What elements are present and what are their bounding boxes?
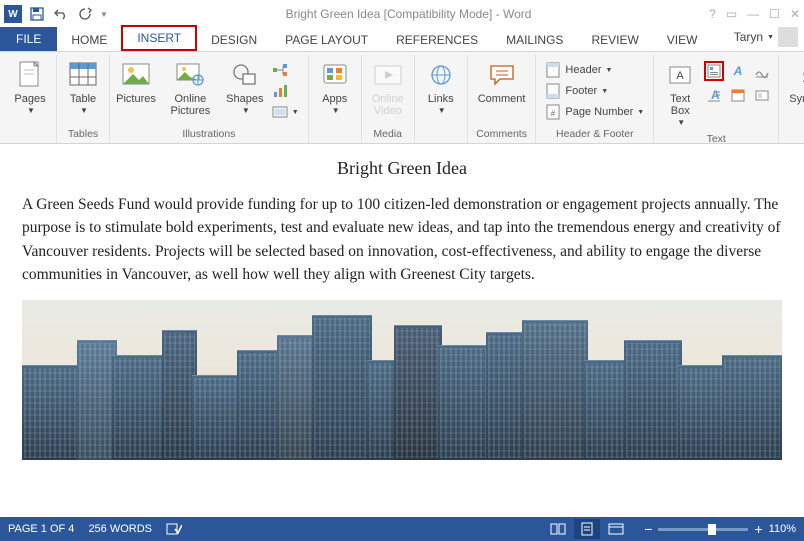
tab-design[interactable]: DESIGN xyxy=(197,29,271,51)
document-body: A Green Seeds Fund would provide funding… xyxy=(22,193,782,286)
object-button[interactable] xyxy=(752,85,772,105)
screenshot-button[interactable]: ▼ xyxy=(269,103,302,121)
header-button[interactable]: Header▼ xyxy=(542,61,647,79)
spellcheck-icon[interactable] xyxy=(166,522,182,536)
pages-icon xyxy=(14,59,46,91)
links-icon xyxy=(425,59,457,91)
svg-text:A: A xyxy=(677,70,685,82)
group-illustrations-label: Illustrations xyxy=(182,126,235,143)
tab-review[interactable]: REVIEW xyxy=(577,29,652,51)
zoom-in-button[interactable]: + xyxy=(754,521,762,537)
readmode-icon[interactable] xyxy=(544,520,572,538)
quickparts-button[interactable] xyxy=(704,61,724,81)
tab-home[interactable]: HOME xyxy=(57,29,121,51)
document-image[interactable] xyxy=(22,300,782,460)
pagenumber-button[interactable]: #Page Number▼ xyxy=(542,103,647,121)
document-title: Bright Green Idea xyxy=(22,158,782,179)
avatar-icon xyxy=(778,27,798,47)
screenshot-icon xyxy=(272,104,288,120)
pagenumber-icon: # xyxy=(545,104,561,120)
comment-button[interactable]: Comment xyxy=(474,57,530,107)
tab-insert[interactable]: INSERT xyxy=(121,25,197,51)
dropcap-button[interactable]: A xyxy=(704,85,724,105)
chart-button[interactable] xyxy=(269,82,302,100)
group-media-label: Media xyxy=(373,126,402,143)
video-icon xyxy=(372,59,404,91)
window-title: Bright Green Idea [Compatibility Mode] -… xyxy=(108,7,709,21)
pictures-icon xyxy=(120,59,152,91)
status-page[interactable]: PAGE 1 OF 4 xyxy=(8,523,74,535)
pictures-button[interactable]: Pictures xyxy=(116,57,156,107)
maximize-icon[interactable]: ☐ xyxy=(769,7,780,21)
tab-references[interactable]: REFERENCES xyxy=(382,29,492,51)
undo-icon[interactable] xyxy=(52,5,70,23)
group-headerfooter-label: Header & Footer xyxy=(556,126,634,143)
signature-button[interactable] xyxy=(752,61,772,81)
shapes-icon xyxy=(229,59,261,91)
links-button[interactable]: Links▼ xyxy=(421,57,461,119)
redo-icon[interactable] xyxy=(76,5,94,23)
tab-pagelayout[interactable]: PAGE LAYOUT xyxy=(271,29,382,51)
tab-mailings[interactable]: MAILINGS xyxy=(492,29,577,51)
online-pictures-icon xyxy=(174,59,206,91)
word-app-icon[interactable]: W xyxy=(4,5,22,23)
user-name: Taryn xyxy=(734,30,763,44)
weblayout-icon[interactable] xyxy=(602,520,630,538)
printlayout-icon[interactable] xyxy=(574,519,600,539)
close-icon[interactable]: ✕ xyxy=(790,7,800,21)
symbols-icon: Ω xyxy=(794,59,804,91)
minimize-icon[interactable]: — xyxy=(747,7,759,21)
online-video-button[interactable]: Online Video xyxy=(368,57,408,119)
zoom-slider[interactable] xyxy=(658,528,748,531)
status-words[interactable]: 256 WORDS xyxy=(88,523,152,535)
svg-text:#: # xyxy=(551,109,556,118)
group-tables-label: Tables xyxy=(68,126,98,143)
pages-button[interactable]: Pages▼ xyxy=(10,57,50,119)
comment-icon xyxy=(486,59,518,91)
table-button[interactable]: Table▼ xyxy=(63,57,103,119)
document-area[interactable]: Bright Green Idea A Green Seeds Fund wou… xyxy=(0,144,804,517)
datetime-button[interactable] xyxy=(728,85,748,105)
textbox-button[interactable]: A Text Box▼ xyxy=(660,57,700,131)
apps-icon xyxy=(319,59,351,91)
smartart-icon xyxy=(272,62,288,78)
svg-text:A: A xyxy=(733,64,743,78)
header-icon xyxy=(545,62,561,78)
smartart-button[interactable] xyxy=(269,61,302,79)
help-icon[interactable]: ? xyxy=(709,7,716,21)
online-pictures-button[interactable]: Online Pictures xyxy=(160,57,221,119)
symbols-button[interactable]: Ω Symbols▼ xyxy=(785,57,804,119)
group-comments-label: Comments xyxy=(476,126,527,143)
footer-icon xyxy=(545,83,561,99)
chart-icon xyxy=(272,83,288,99)
shapes-button[interactable]: Shapes▼ xyxy=(225,57,265,119)
user-account[interactable]: Taryn ▼ xyxy=(720,23,804,51)
tab-file[interactable]: FILE xyxy=(0,27,57,51)
ribbon-options-icon[interactable]: ▭ xyxy=(726,7,737,21)
save-icon[interactable] xyxy=(28,5,46,23)
apps-button[interactable]: Apps▼ xyxy=(315,57,355,119)
tab-view[interactable]: VIEW xyxy=(653,29,712,51)
zoom-level[interactable]: 110% xyxy=(769,523,796,535)
textbox-icon: A xyxy=(664,59,696,91)
footer-button[interactable]: Footer▼ xyxy=(542,82,647,100)
table-icon xyxy=(67,59,99,91)
zoom-out-button[interactable]: − xyxy=(644,521,652,537)
wordart-button[interactable]: A xyxy=(728,61,748,81)
